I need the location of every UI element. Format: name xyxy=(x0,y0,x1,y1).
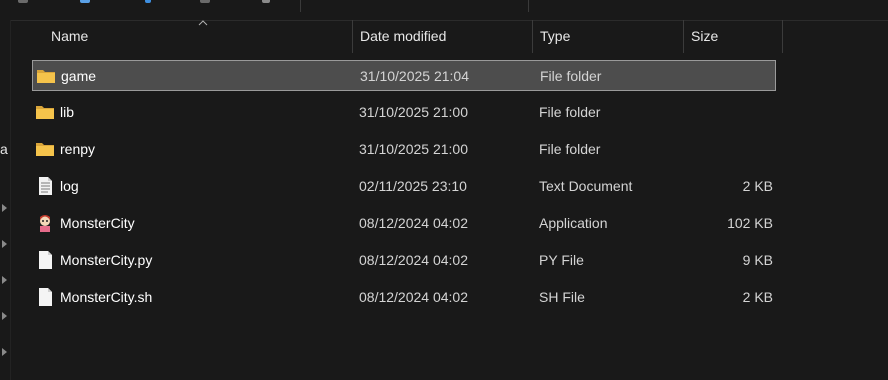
chevron-right-icon[interactable] xyxy=(2,312,7,320)
toolbar-button-icon[interactable] xyxy=(18,0,28,3)
file-name: renpy xyxy=(60,141,96,157)
toolbar-button-icon[interactable] xyxy=(145,0,151,3)
column-header-date-modified[interactable]: Date modified xyxy=(352,20,532,53)
file-type: SH File xyxy=(539,289,585,305)
chevron-right-icon[interactable] xyxy=(2,240,7,248)
file-type: File folder xyxy=(540,68,602,84)
chevron-right-icon[interactable] xyxy=(2,348,7,356)
pane-divider xyxy=(10,20,11,380)
folder-icon xyxy=(36,143,54,156)
file-row-game[interactable]: game 31/10/2025 21:04 File folder xyxy=(32,60,776,91)
toolbar-separator xyxy=(300,0,301,12)
file-name: MonsterCity xyxy=(60,215,135,231)
chevron-right-icon[interactable] xyxy=(2,276,7,284)
file-date-modified: 31/10/2025 21:04 xyxy=(360,68,469,84)
file-size: 2 KB xyxy=(742,178,773,194)
file-icon xyxy=(39,288,52,306)
file-type: PY File xyxy=(539,252,584,268)
file-size: 2 KB xyxy=(742,289,773,305)
toolbar-separator xyxy=(528,0,529,12)
column-header-bar: Name Date modified Type Size xyxy=(11,20,888,53)
file-row-monstercity-sh[interactable]: MonsterCity.sh 08/12/2024 04:02 SH File … xyxy=(32,282,776,313)
column-header-size[interactable]: Size xyxy=(683,20,783,53)
file-row-renpy[interactable]: renpy 31/10/2025 21:00 File folder xyxy=(32,134,776,165)
application-icon xyxy=(40,215,50,232)
file-date-modified: 31/10/2025 21:00 xyxy=(359,104,468,120)
file-name: lib xyxy=(60,104,75,120)
folder-icon xyxy=(36,106,54,119)
navigation-pane: a xyxy=(0,20,10,380)
toolbar-button-icon[interactable] xyxy=(262,0,270,3)
text-document-icon xyxy=(39,177,52,195)
file-row-log[interactable]: log 02/11/2025 23:10 Text Document 2 KB xyxy=(32,171,776,202)
file-row-monstercity-py[interactable]: MonsterCity.py 08/12/2024 04:02 PY File … xyxy=(32,245,776,276)
column-header-type[interactable]: Type xyxy=(532,20,684,53)
file-type: File folder xyxy=(539,104,601,120)
file-size: 102 KB xyxy=(727,215,773,231)
file-name: MonsterCity.py xyxy=(60,252,153,268)
file-size: 9 KB xyxy=(742,252,773,268)
file-date-modified: 31/10/2025 21:00 xyxy=(359,141,468,157)
file-icon xyxy=(39,251,52,269)
file-row-monstercity[interactable]: MonsterCity 08/12/2024 04:02 Application… xyxy=(32,208,776,239)
file-type: Application xyxy=(539,215,608,231)
file-date-modified: 02/11/2025 23:10 xyxy=(359,178,467,194)
file-date-modified: 08/12/2024 04:02 xyxy=(359,252,468,268)
folder-icon xyxy=(37,70,55,83)
file-type: File folder xyxy=(539,141,601,157)
column-divider[interactable] xyxy=(782,20,783,53)
toolbar-strip xyxy=(0,0,888,21)
toolbar-button-icon[interactable] xyxy=(200,0,210,3)
file-name: log xyxy=(60,178,79,194)
file-date-modified: 08/12/2024 04:02 xyxy=(359,215,468,231)
file-type: Text Document xyxy=(539,178,633,194)
navigation-pane-label[interactable]: a xyxy=(0,141,8,157)
column-header-name[interactable]: Name xyxy=(43,20,353,53)
chevron-right-icon[interactable] xyxy=(2,204,7,212)
file-name: MonsterCity.sh xyxy=(60,289,153,305)
toolbar-button-icon[interactable] xyxy=(80,0,90,3)
file-name: game xyxy=(61,68,97,84)
file-date-modified: 08/12/2024 04:02 xyxy=(359,289,468,305)
file-row-lib[interactable]: lib 31/10/2025 21:00 File folder xyxy=(32,97,776,128)
